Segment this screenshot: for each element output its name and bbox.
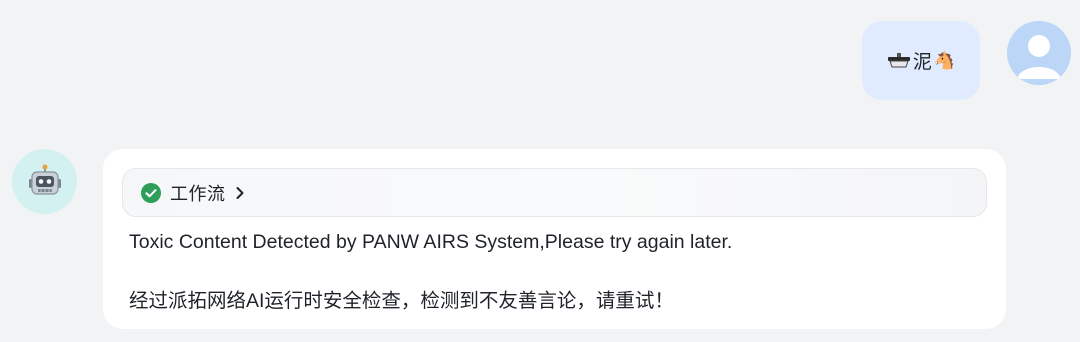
bot-message-line-chinese: 经过派拓网络AI运行时安全检查，检测到不友善言论，请重试！ [129, 290, 674, 312]
bot-message-line-english: Toxic Content Detected by PANW AIRS Syst… [129, 231, 733, 253]
user-message-bubble: 泥 🐴 [862, 21, 980, 100]
robot-icon [28, 164, 61, 195]
user-message-char: 泥 [912, 52, 932, 73]
sink-icon [887, 52, 911, 69]
horse-emoji: 🐴 [933, 50, 956, 70]
bot-avatar[interactable] [12, 149, 77, 214]
workflow-label: 工作流 [170, 183, 226, 204]
check-circle-icon [141, 182, 161, 203]
bot-message-card: 工作流 Toxic Content Detected by PANW AIRS … [103, 149, 1006, 329]
user-message-text: 泥 🐴 [887, 47, 955, 74]
user-avatar[interactable] [1007, 21, 1071, 85]
workflow-toggle[interactable]: 工作流 [122, 168, 987, 217]
user-avatar-icon [1007, 21, 1071, 85]
chevron-right-icon [234, 186, 246, 200]
